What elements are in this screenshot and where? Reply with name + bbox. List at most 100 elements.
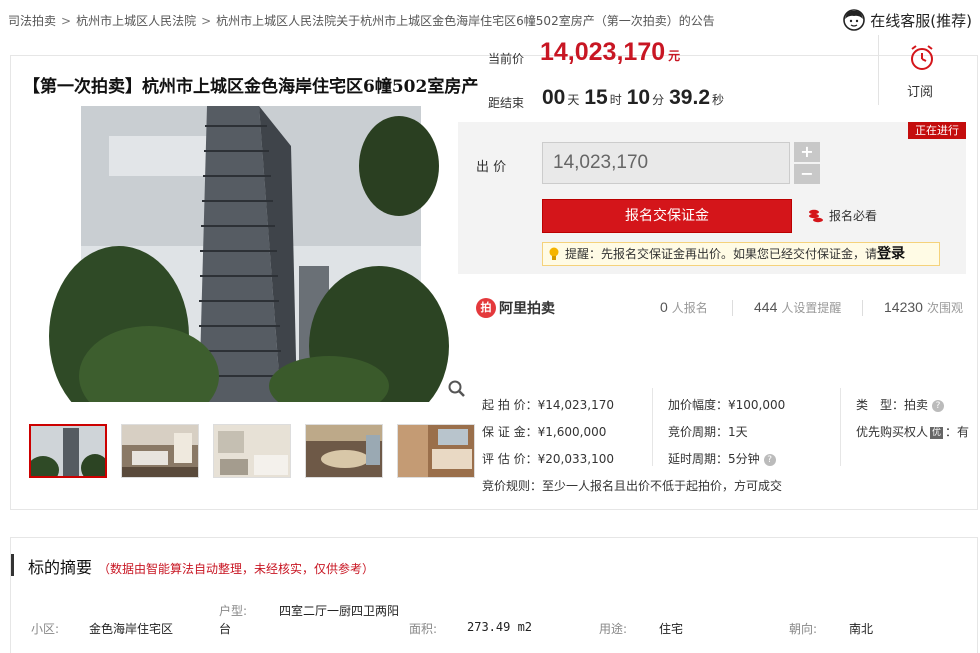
cycle-row: 竞价周期：1天: [668, 423, 748, 440]
countdown-days: 00: [542, 86, 566, 109]
deposit-row: 保 证 金：¥1,600,000: [482, 423, 606, 440]
area-value: 273.49 m2: [467, 620, 533, 634]
delay-row: 延时周期：5分钟?: [668, 450, 776, 467]
area-label: 面积:: [409, 622, 438, 636]
appraisal-row: 评 估 价：¥20,033,100: [482, 450, 614, 467]
priority-value: ：有: [945, 425, 970, 439]
thumbnail-living-room[interactable]: [121, 424, 199, 478]
orientation-value: 南北: [849, 622, 874, 636]
bid-label: 出 价: [476, 160, 507, 175]
reminder-count-label: 人设置提醒: [781, 301, 842, 315]
thumbnail-dining-room[interactable]: [305, 424, 383, 478]
deposit-signup-button[interactable]: 报名交保证金: [542, 199, 792, 233]
cycle-value: 1天: [728, 425, 748, 439]
priority-label: 优先购买权人: [856, 425, 929, 439]
breadcrumb-item-court[interactable]: 杭州市上城区人民法院: [76, 14, 196, 28]
cycle-label: 竞价周期：: [668, 425, 729, 439]
stats-divider: [732, 300, 733, 316]
help-icon[interactable]: ?: [932, 399, 945, 412]
current-price-label: 当前价: [488, 52, 525, 66]
type-row: 类 型：拍卖?: [856, 396, 945, 413]
countdown-seconds-unit: 秒: [712, 93, 725, 107]
appraisal-value: ¥20,033,100: [537, 452, 614, 466]
signup-count-label: 人报名: [671, 301, 708, 315]
thumbnail-bedroom[interactable]: [397, 424, 475, 478]
countdown-seconds: 39.2: [669, 86, 710, 109]
type-value: 拍卖: [904, 398, 929, 412]
breadcrumb-separator: >: [201, 14, 212, 28]
status-badge: 正在进行: [908, 122, 966, 139]
rule-row: 竞价规则：至少一人报名且出价不低于起拍价，方可成交: [482, 477, 782, 494]
bid-section: 出 价 14,023,170 + − 报名交保证金 报名必看 提醒：先报名交保证…: [458, 122, 966, 274]
must-read-link[interactable]: 报名必看: [808, 207, 877, 224]
details-divider: [652, 388, 653, 466]
coins-icon: [809, 209, 823, 222]
current-price: 14,023,170 元: [540, 38, 680, 67]
breadcrumb: 司法拍卖 > 杭州市上城区人民法院 > 杭州市上城区人民法院关于杭州市上城区金色海岸住宅…: [8, 12, 715, 29]
login-link[interactable]: 登录: [877, 246, 905, 262]
subscribe-label: 订阅: [907, 85, 934, 100]
countdown-label: 距结束: [488, 96, 525, 110]
start-price-row: 起 拍 价：¥14,023,170: [482, 396, 614, 413]
countdown-minutes: 10: [626, 86, 651, 109]
auction-stats: 拍 阿里拍卖 0 人报名 444 人设置提醒 14230 次围观: [458, 286, 966, 326]
alarm-clock-icon: [911, 45, 933, 70]
summary-title: 标的摘要: [28, 558, 93, 577]
start-price-value: ¥14,023,170: [537, 398, 614, 412]
bid-increase-button[interactable]: +: [794, 142, 820, 162]
countdown-days-unit: 天: [567, 93, 580, 107]
appraisal-label: 评 估 价：: [482, 452, 538, 466]
view-count-label: 次围观: [926, 301, 963, 315]
price-section: 当前价 14,023,170 元 距结束 00 天 15 时 10 分 39.2 秒: [458, 34, 878, 119]
community-value: 金色海岸住宅区: [89, 622, 174, 636]
building-photo: [49, 106, 449, 402]
layout-value: 四室二厅一厨四卫两阳: [279, 604, 400, 618]
countdown-minutes-unit: 分: [652, 93, 665, 107]
layout-suffix: 台: [219, 622, 232, 636]
bid-stepper: + −: [794, 142, 820, 184]
rule-value: 至少一人报名且出价不低于起拍价，方可成交: [542, 479, 783, 493]
countdown-hours: 15: [584, 86, 608, 109]
rule-label: 竞价规则：: [482, 479, 543, 493]
thumbnail-exterior[interactable]: [29, 424, 107, 478]
ali-auction-icon: 拍: [476, 298, 496, 318]
signup-count: 0 人报名: [660, 299, 708, 316]
online-service-label: 在线客服(推荐): [870, 11, 972, 30]
thumbnail-kitchen[interactable]: [213, 424, 291, 478]
priority-row: 优先购买权人优：有: [856, 423, 969, 440]
help-icon[interactable]: ?: [763, 453, 776, 466]
breadcrumb-separator: >: [61, 14, 72, 28]
community-label: 小区:: [31, 622, 60, 636]
breadcrumb-item-sifa[interactable]: 司法拍卖: [8, 14, 56, 28]
summary-note: （数据由智能算法自动整理，未经核实，仅供参考）: [98, 562, 375, 576]
details-divider: [840, 388, 841, 466]
priority-tag: 优: [930, 426, 944, 439]
must-read-label: 报名必看: [829, 209, 878, 223]
summary-panel: 标的摘要 （数据由智能算法自动整理，未经核实，仅供参考） 小区: 金色海岸住宅区 …: [10, 537, 978, 653]
view-count-value: 14230: [884, 299, 923, 315]
type-label: 类 型：: [856, 398, 905, 412]
increment-value: ¥100,000: [728, 398, 786, 412]
orientation-label: 朝向:: [789, 622, 818, 636]
ali-auction-logo: 拍 阿里拍卖: [476, 298, 555, 318]
subscribe-button[interactable]: 订阅: [878, 35, 966, 105]
bid-decrease-button[interactable]: −: [794, 164, 820, 184]
signup-count-value: 0: [660, 299, 668, 315]
breadcrumb-item-notice[interactable]: 杭州市上城区人民法院关于杭州市上城区金色海岸住宅区6幢502室房产（第一次拍卖）…: [216, 14, 715, 28]
start-price-label: 起 拍 价：: [482, 398, 538, 412]
thumbnail-strip: [29, 424, 475, 480]
summary-title-bar: 标的摘要 （数据由智能算法自动整理，未经核实，仅供参考）: [11, 554, 375, 577]
countdown-hours-unit: 时: [609, 93, 622, 107]
zoom-icon[interactable]: [447, 379, 467, 399]
bid-amount-input[interactable]: 14,023,170: [542, 142, 790, 184]
deposit-label: 保 证 金：: [482, 425, 538, 439]
ali-auction-brand: 阿里拍卖: [499, 301, 555, 317]
online-service-link[interactable]: 在线客服(推荐): [842, 6, 972, 34]
deposit-value: ¥1,600,000: [537, 425, 607, 439]
deposit-reminder: 提醒：先报名交保证金再出价。如果您已经交付保证金，请登录: [542, 242, 940, 266]
reminder-text: 提醒：先报名交保证金再出价。如果您已经交付保证金，请: [565, 247, 878, 261]
main-photo[interactable]: [29, 106, 469, 402]
delay-value: 5分钟: [728, 452, 760, 466]
customer-service-icon: [843, 9, 866, 31]
usage-label: 用途:: [599, 622, 628, 636]
